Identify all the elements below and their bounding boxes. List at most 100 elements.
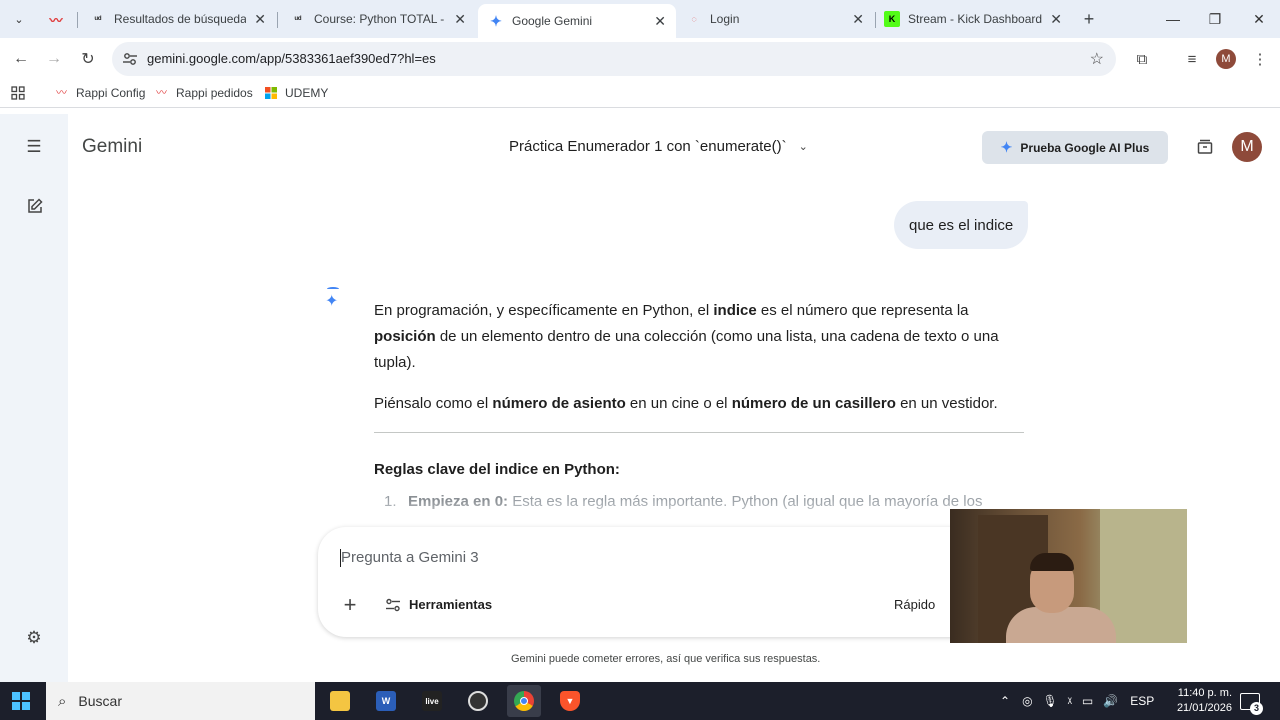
app-title[interactable]: Gemini <box>82 136 142 158</box>
response-heading: Reglas clave del indice en Python: <box>374 461 620 478</box>
bookmark-rappi-pedidos[interactable]: 〰 Rappi pedidos <box>156 86 253 100</box>
microsoft-icon <box>265 87 277 99</box>
bookmarks-bar: 〰 Rappi Config 〰 Rappi pedidos UDEMY <box>0 80 1280 108</box>
taskbar-search[interactable]: ⌕ Buscar <box>46 682 315 720</box>
tools-button[interactable]: Herramientas <box>385 597 492 612</box>
tab-title: Google Gemini <box>512 14 593 28</box>
tab-title: Resultados de búsqueda | Udemy <box>114 12 247 26</box>
minimize-icon[interactable]: — <box>1152 0 1194 38</box>
close-icon[interactable]: ✕ <box>654 13 666 30</box>
clock-date: 21/01/2026 <box>1176 702 1232 714</box>
obs-icon[interactable] <box>461 685 495 717</box>
tab-kick-dashboard[interactable]: K Stream - Kick Dashboard ✕ <box>874 4 1072 34</box>
rappi-mustache-icon: 〰 <box>156 87 167 99</box>
browser-toolbar: ← → ↻ gemini.google.com/app/5383361aef39… <box>0 38 1280 80</box>
language-indicator[interactable]: ESP <box>1130 694 1154 708</box>
search-label: Buscar <box>78 693 122 709</box>
history-icon[interactable] <box>1195 137 1215 157</box>
prompt-input-box[interactable]: Pregunta a Gemini 3 + Herramientas Rápid… <box>318 527 1032 637</box>
back-arrow-icon[interactable]: ← <box>7 45 35 73</box>
gemini-sparkle-icon: ✦ <box>325 293 339 310</box>
new-tab-plus-icon[interactable]: + <box>1078 8 1100 30</box>
close-icon[interactable]: ✕ <box>1050 11 1062 28</box>
bookmark-star-icon[interactable]: ☆ <box>1090 49 1104 69</box>
new-chat-edit-icon[interactable] <box>24 196 44 216</box>
close-icon[interactable]: ✕ <box>852 11 864 28</box>
upgrade-label: Prueba Google AI Plus <box>1020 140 1150 155</box>
site-settings-icon[interactable] <box>122 51 138 67</box>
brave-icon[interactable]: ▼ <box>553 685 587 717</box>
profile-avatar[interactable]: M <box>1216 49 1236 69</box>
volume-icon[interactable]: 🔊 <box>1103 694 1118 708</box>
restore-icon[interactable]: ❐ <box>1194 0 1236 38</box>
bookmark-label: Rappi pedidos <box>176 86 253 100</box>
rappi-mustache-icon: 〰 <box>49 12 63 28</box>
add-attachment-plus-icon[interactable]: + <box>338 593 362 617</box>
udemy-icon: ᵘᵈ <box>94 14 102 24</box>
gemini-response: En programación, y específicamente en Py… <box>374 298 1024 515</box>
chrome-icon[interactable] <box>507 685 541 717</box>
tab-udemy-search[interactable]: ᵘᵈ Resultados de búsqueda | Udemy ✕ <box>80 4 276 34</box>
tab-search-chevron-icon[interactable]: ⌄ <box>8 8 30 30</box>
live-icon[interactable]: live <box>415 685 449 717</box>
sparkle-icon: ✦ <box>1000 139 1013 155</box>
word-icon[interactable]: W <box>369 685 403 717</box>
tools-sliders-icon <box>386 598 400 611</box>
tab-rappi[interactable]: 〰 <box>38 4 76 34</box>
window-close-icon[interactable]: ✕ <box>1238 0 1280 38</box>
microphone-icon[interactable]: 🎙 <box>1043 694 1058 708</box>
divider <box>374 432 1024 433</box>
search-icon: ⌕ <box>58 692 67 710</box>
url-text: gemini.google.com/app/5383361aef390ed7?h… <box>147 51 436 66</box>
tab-title: Course: Python TOTAL - Programa <box>314 12 446 26</box>
file-explorer-icon[interactable] <box>323 685 357 717</box>
reload-icon[interactable]: ↻ <box>74 45 102 73</box>
tools-label: Herramientas <box>409 597 493 612</box>
clock-time: 11:40 p. m. <box>1177 687 1232 699</box>
hamburger-menu-icon[interactable]: ☰ <box>24 137 44 157</box>
close-icon[interactable]: ✕ <box>454 11 466 28</box>
tab-google-gemini[interactable]: ✦ Google Gemini ✕ <box>478 4 676 38</box>
bookmark-rappi-config[interactable]: 〰 Rappi Config <box>56 86 145 100</box>
webcam-overlay <box>950 509 1187 643</box>
tab-login[interactable]: ◌ Login ✕ <box>676 4 874 34</box>
scroll-fade <box>300 500 1040 530</box>
kick-icon: K <box>884 11 900 27</box>
menu-kebab-icon[interactable]: ⋮ <box>1248 47 1272 71</box>
chat-title-dropdown[interactable]: Práctica Enumerador 1 con `enumerate()` … <box>509 138 808 155</box>
prompt-placeholder[interactable]: Pregunta a Gemini 3 <box>341 549 479 566</box>
disclaimer-text: Gemini puede cometer errores, así que ve… <box>511 653 821 665</box>
loading-icon: ◌ <box>691 14 697 24</box>
gemini-icon: ✦ <box>490 12 502 29</box>
windows-start-icon[interactable] <box>12 692 30 710</box>
system-tray: ⌃ ◎ 🎙 ᵡ ▭ 🔊 ESP <box>1000 682 1154 720</box>
network-icon[interactable]: ▭ <box>1082 694 1093 708</box>
bookmark-udemy[interactable]: UDEMY <box>265 86 328 100</box>
response-paragraph: En programación, y específicamente en Py… <box>374 302 999 371</box>
tab-python-course[interactable]: ᵘᵈ Course: Python TOTAL - Programa ✕ <box>280 4 476 34</box>
apps-grid-icon[interactable] <box>11 86 25 100</box>
forward-arrow-icon[interactable]: → <box>40 45 68 73</box>
account-avatar[interactable]: M <box>1232 132 1262 162</box>
tray-app-icon[interactable]: ◎ <box>1022 694 1032 708</box>
rappi-mustache-icon: 〰 <box>56 87 67 99</box>
bookmark-label: UDEMY <box>285 86 329 100</box>
udemy-icon: ᵘᵈ <box>294 14 302 24</box>
user-message-bubble: que es el indice <box>894 201 1029 249</box>
response-paragraph: Piénsalo como el número de asiento en un… <box>374 395 998 412</box>
chat-title-text: Práctica Enumerador 1 con `enumerate()` <box>509 138 787 155</box>
clock[interactable]: 11:40 p. m. 21/01/2026 <box>1166 686 1232 716</box>
settings-gear-icon[interactable]: ⚙ <box>24 628 44 648</box>
extensions-puzzle-icon[interactable]: ⧉ <box>1130 47 1154 71</box>
gemini-sidebar: ☰ ⚙ <box>0 114 68 682</box>
close-icon[interactable]: ✕ <box>254 11 266 28</box>
media-queue-icon[interactable]: ≡ <box>1180 47 1204 71</box>
mode-selector[interactable]: Rápido <box>894 597 935 612</box>
bookmark-label: Rappi Config <box>76 86 146 100</box>
chevron-down-icon: ⌄ <box>798 141 808 153</box>
language-input-icon[interactable]: ᵡ <box>1068 694 1072 708</box>
notification-badge: 3 <box>1250 702 1263 715</box>
address-bar[interactable]: gemini.google.com/app/5383361aef390ed7?h… <box>112 42 1116 76</box>
upgrade-button[interactable]: ✦ Prueba Google AI Plus <box>982 131 1168 164</box>
tray-chevron-up-icon[interactable]: ⌃ <box>1000 694 1010 708</box>
